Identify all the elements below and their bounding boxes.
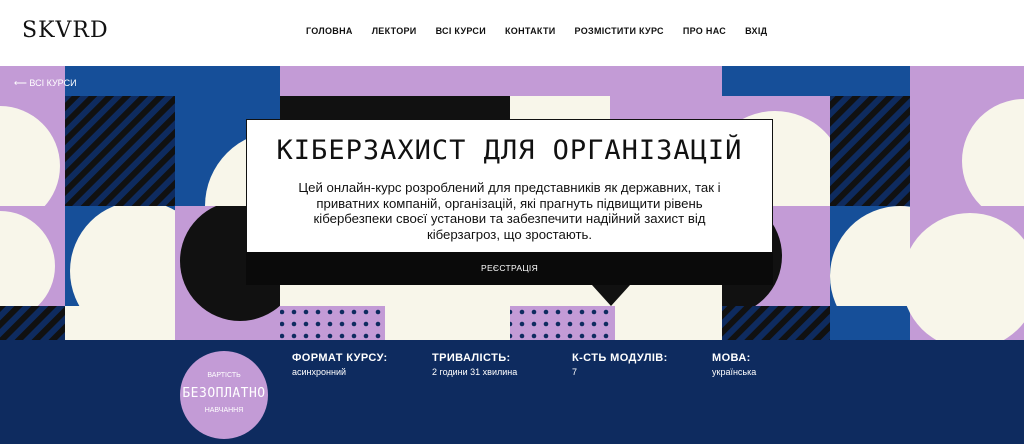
- price-value: БЕЗОПЛАТНО: [182, 386, 266, 401]
- fact-label: К-СТЬ МОДУЛІВ:: [572, 352, 668, 364]
- price-bottom-label: НАВЧАННЯ: [204, 407, 244, 414]
- fact-label: ФОРМАТ КУРСУ:: [292, 352, 388, 364]
- price-top-label: ВАРТІСТЬ: [207, 372, 241, 379]
- back-to-courses-link[interactable]: ⟵ ВСІ КУРСИ: [14, 78, 77, 89]
- main-nav: ГОЛОВНА ЛЕКТОРИ ВСІ КУРСИ КОНТАКТИ РОЗМІ…: [306, 26, 767, 36]
- fact-modules: К-СТЬ МОДУЛІВ: 7: [572, 352, 668, 377]
- nav-place-course[interactable]: РОЗМІСТИТИ КУРС: [575, 26, 664, 36]
- fact-language: МОВА: українська: [712, 352, 756, 377]
- course-title: КІБЕРЗАХИСТ ДЛЯ ОРГАНІЗАЦІЙ: [276, 135, 743, 166]
- course-description: Цей онлайн-курс розроблений для представ…: [298, 180, 721, 242]
- fact-value: українська: [712, 367, 757, 377]
- course-info-bar: ВАРТІСТЬ БЕЗОПЛАТНО НАВЧАННЯ ФОРМАТ КУРС…: [0, 340, 1024, 444]
- fact-value: 2 години 31 хвилина: [432, 367, 518, 377]
- fact-duration: ТРИВАЛІСТЬ: 2 години 31 хвилина: [432, 352, 517, 377]
- nav-all-courses[interactable]: ВСІ КУРСИ: [436, 26, 486, 36]
- site-header: SKVRD ГОЛОВНА ЛЕКТОРИ ВСІ КУРСИ КОНТАКТИ…: [0, 0, 1024, 66]
- fact-label: ТРИВАЛІСТЬ:: [432, 352, 511, 364]
- site-logo[interactable]: SKVRD: [22, 18, 109, 43]
- nav-contacts[interactable]: КОНТАКТИ: [505, 26, 556, 36]
- register-button[interactable]: РЕЄСТРАЦІЯ: [246, 252, 773, 285]
- nav-lecturers[interactable]: ЛЕКТОРИ: [372, 26, 417, 36]
- fact-value: асинхронний: [292, 367, 347, 377]
- fact-format: ФОРМАТ КУРСУ: асинхронний: [292, 352, 388, 377]
- price-badge: ВАРТІСТЬ БЕЗОПЛАТНО НАВЧАННЯ: [180, 351, 268, 439]
- nav-home[interactable]: ГОЛОВНА: [306, 26, 353, 36]
- fact-label: МОВА:: [712, 352, 751, 364]
- nav-login[interactable]: ВХІД: [745, 26, 767, 36]
- nav-about[interactable]: ПРО НАС: [683, 26, 726, 36]
- hero-banner: ⟵ ВСІ КУРСИ КІБЕРЗАХИСТ ДЛЯ ОРГАНІЗАЦІЙ …: [0, 66, 1024, 340]
- fact-value: 7: [572, 367, 578, 377]
